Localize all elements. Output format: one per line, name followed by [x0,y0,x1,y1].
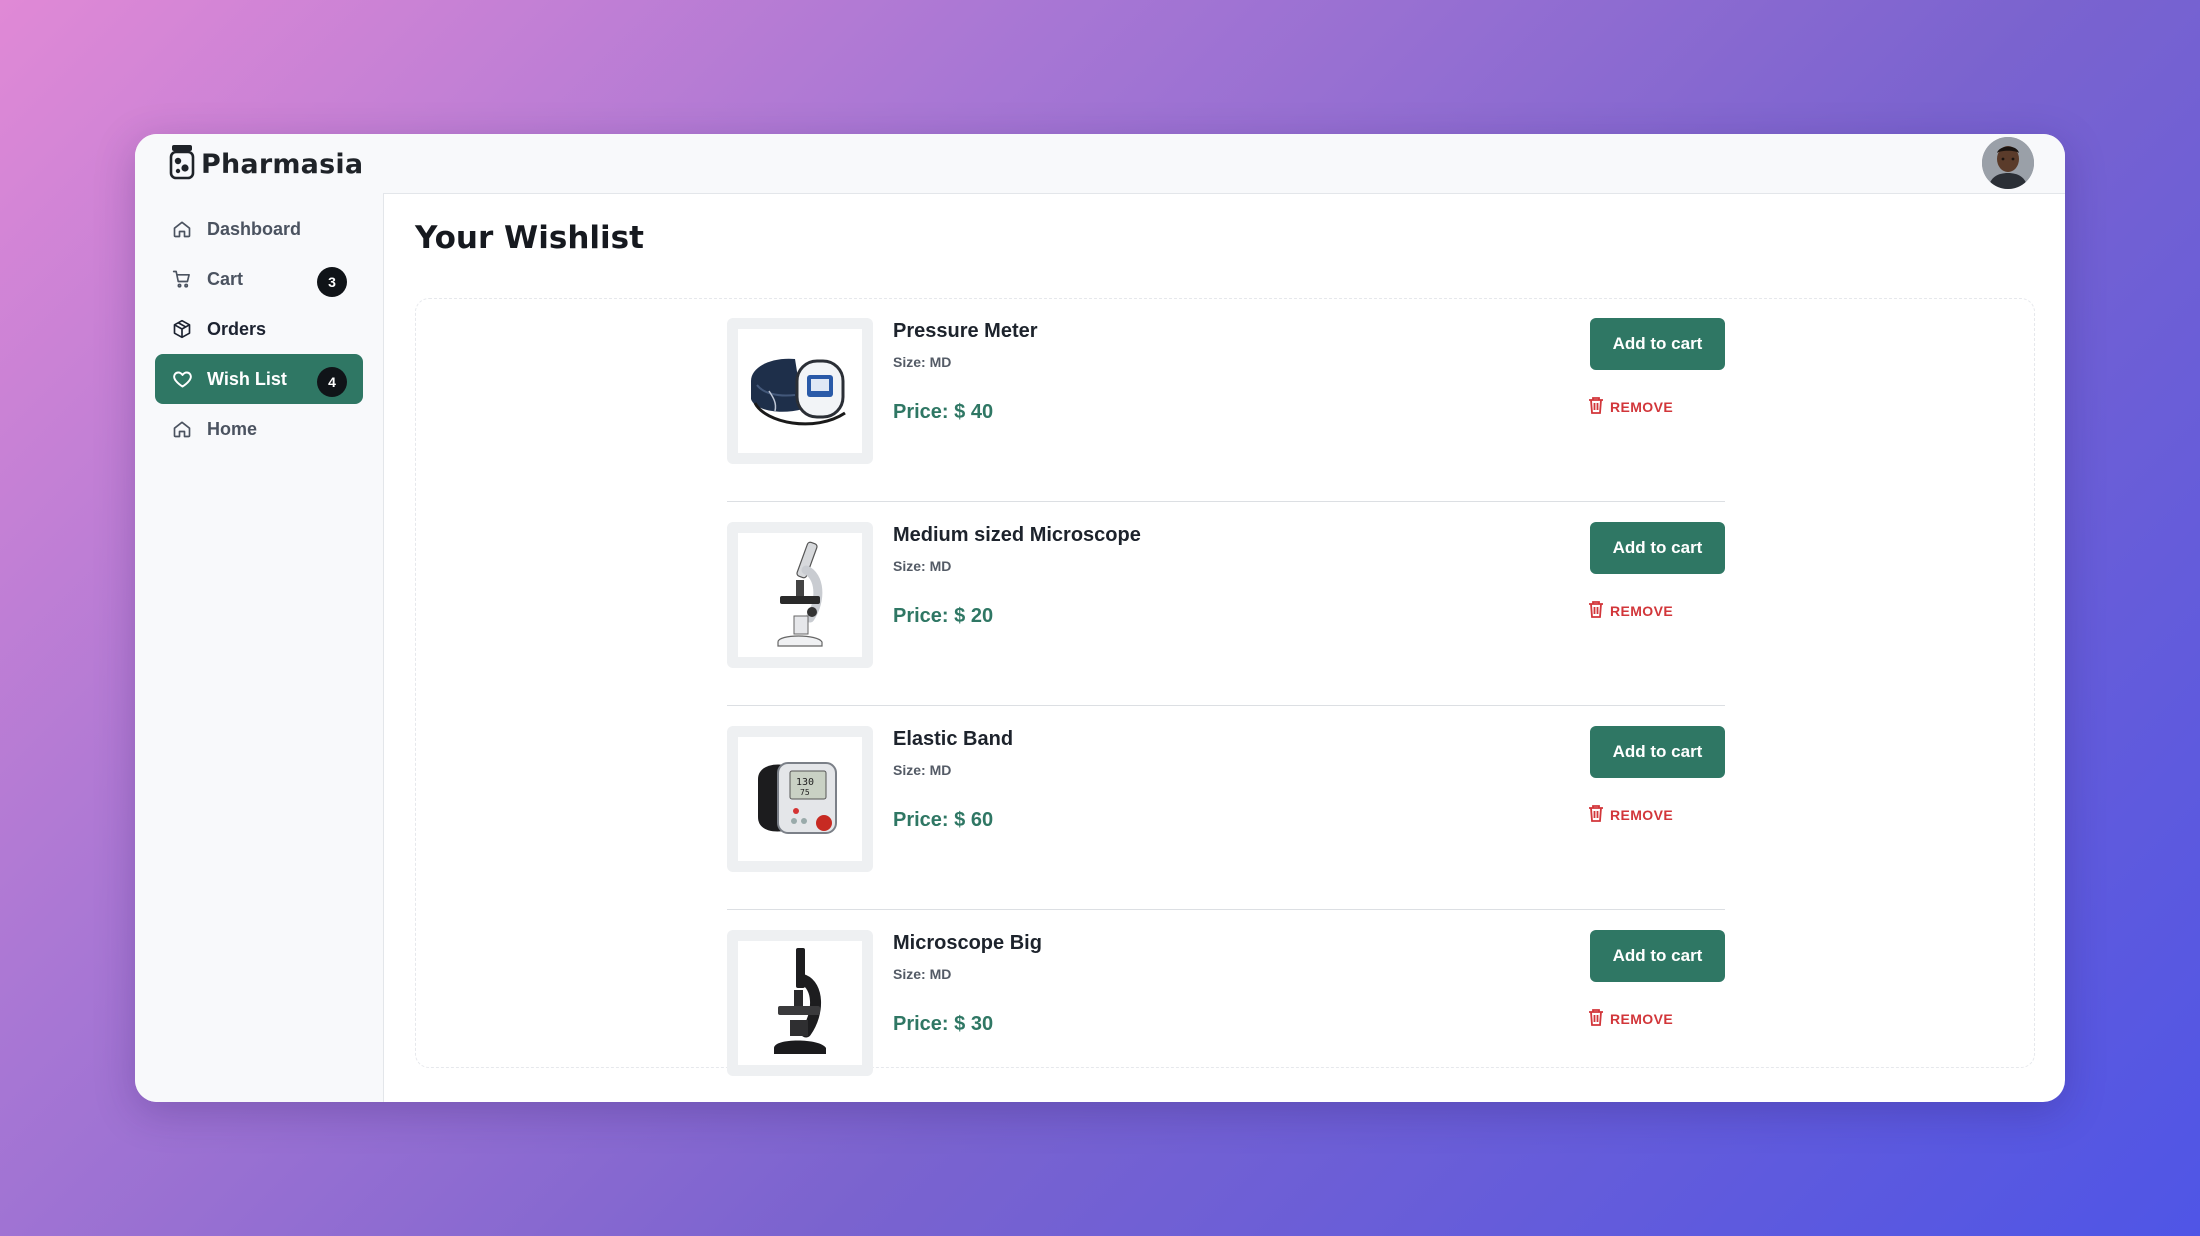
sidebar-item-label: Dashboard [207,218,302,239]
product-image[interactable] [727,522,873,668]
product-price: Price: $ 30 [893,1013,994,1035]
blood-pressure-cuff-icon [751,358,846,426]
wishlist-item: Pressure Meter Size: MD Price: $ 40 Add … [727,318,1725,502]
sidebar-item-label: Orders [207,318,267,339]
cart-icon [171,268,193,290]
remove-button[interactable]: REMOVE [1588,600,1673,621]
remove-label: REMOVE [1610,602,1674,619]
home-icon [171,418,193,440]
user-avatar[interactable] [1982,137,2034,189]
remove-label: REMOVE [1610,398,1674,415]
wishlist-list: Pressure Meter Size: MD Price: $ 40 Add … [727,318,1725,1102]
sidebar-item-label: Home [207,418,258,439]
trash-icon [1588,1008,1604,1029]
add-to-cart-button[interactable]: Add to cart [1590,318,1725,370]
product-name[interactable]: Medium sized Microscope [893,524,1141,547]
logo[interactable]: Pharmasia [169,144,363,184]
sidebar: Pharmasia Dashboard Cart 3 Orders Wish L… [135,134,384,1102]
remove-label: REMOVE [1610,1010,1674,1027]
product-name[interactable]: Microscope Big [893,932,1042,955]
sidebar-item-home[interactable]: Home [155,404,363,454]
sidebar-nav: Dashboard Cart 3 Orders Wish List 4 Home [155,204,363,454]
wishlist-count-badge: 4 [317,367,347,397]
svg-text:130: 130 [796,777,814,788]
product-price: Price: $ 20 [893,605,994,627]
product-image[interactable] [727,318,873,464]
remove-button[interactable]: REMOVE [1588,396,1673,417]
product-size: Size: MD [893,558,952,574]
sidebar-item-dashboard[interactable]: Dashboard [155,204,363,254]
page-title: Your Wishlist [415,220,644,256]
app-window: Pharmasia Dashboard Cart 3 Orders Wish L… [135,134,2065,1102]
remove-label: REMOVE [1610,806,1674,823]
product-image[interactable]: 130 75 [727,726,873,872]
app-name: Pharmasia [201,148,364,180]
home-icon [171,218,193,240]
heart-icon [171,368,193,390]
add-to-cart-button[interactable]: Add to cart [1590,522,1725,574]
box-icon [171,318,193,340]
product-price: Price: $ 40 [893,401,994,423]
pharmasia-logo-icon [169,143,195,186]
trash-icon [1588,804,1604,825]
cart-count-badge: 3 [317,267,347,297]
microscope-icon [774,948,826,1054]
sidebar-item-label: Cart [207,268,244,289]
trash-icon [1588,600,1604,621]
wishlist-item: 130 75 Elastic Band Size: MD Price: $ 60… [727,726,1725,910]
product-name[interactable]: Elastic Band [893,728,1013,751]
sidebar-item-label: Wish List [207,368,287,389]
wrist-monitor-icon: 130 75 [758,762,837,834]
product-name[interactable]: Pressure Meter [893,320,1038,343]
top-bar [383,134,2065,194]
sidebar-item-cart[interactable]: Cart 3 [155,254,363,304]
product-price: Price: $ 60 [893,809,994,831]
sidebar-item-wish-list[interactable]: Wish List 4 [155,354,363,404]
product-size: Size: MD [893,966,952,982]
product-size: Size: MD [893,762,952,778]
add-to-cart-button[interactable]: Add to cart [1590,726,1725,778]
product-size: Size: MD [893,354,952,370]
microscope-icon [777,541,823,647]
remove-button[interactable]: REMOVE [1588,804,1673,825]
product-image[interactable] [727,930,873,1076]
add-to-cart-button[interactable]: Add to cart [1590,930,1725,982]
wishlist-item: Medium sized Microscope Size: MD Price: … [727,522,1725,706]
svg-text:75: 75 [800,788,810,797]
remove-button[interactable]: REMOVE [1588,1008,1673,1029]
sidebar-item-orders[interactable]: Orders [155,304,363,354]
trash-icon [1588,396,1604,417]
wishlist-item: Microscope Big Size: MD Price: $ 30 Add … [727,930,1725,1102]
